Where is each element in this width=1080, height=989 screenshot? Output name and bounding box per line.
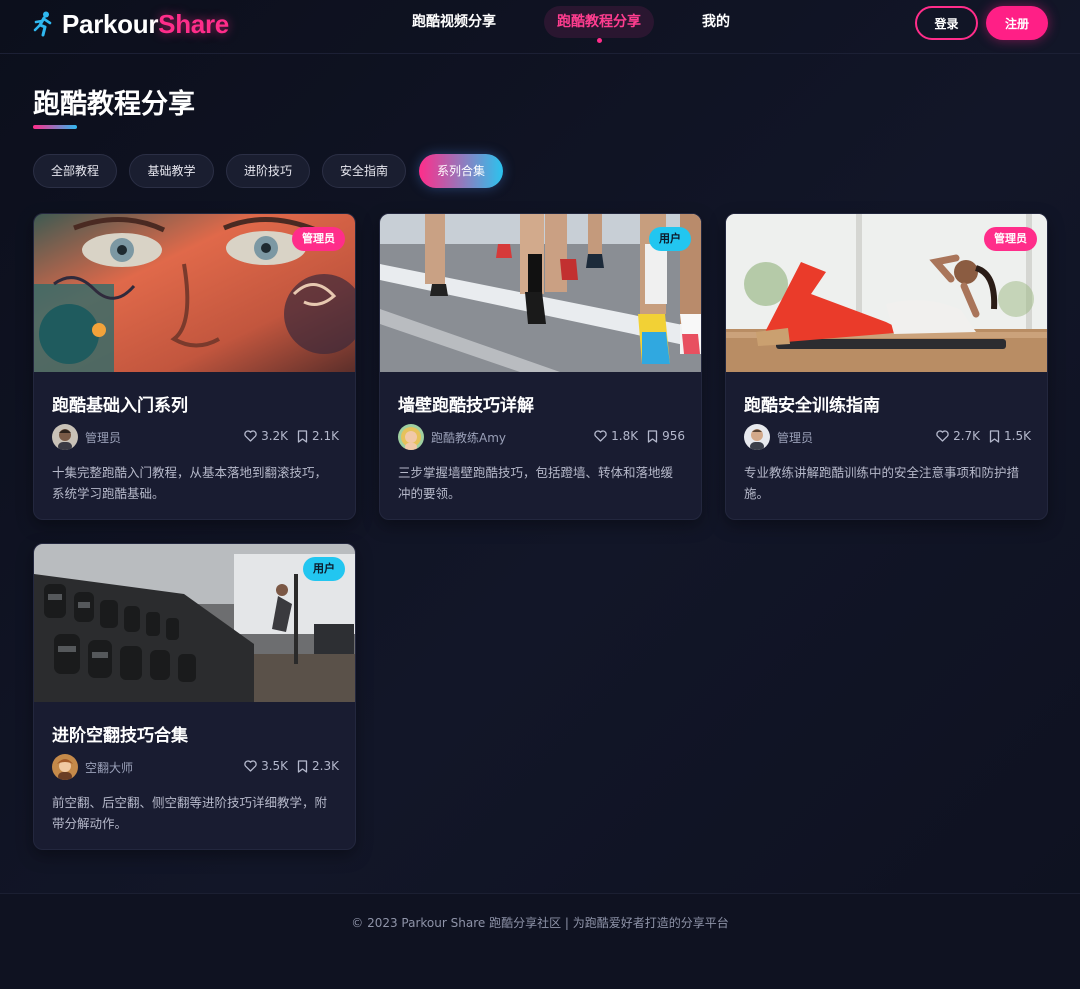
card-thumbnail[interactable]: 管理员 xyxy=(726,214,1047,372)
filter-chip-safety[interactable]: 安全指南 xyxy=(322,154,406,188)
card-description: 十集完整跑酷入门教程，从基本落地到翻滚技巧，系统学习跑酷基础。 xyxy=(52,465,328,501)
save-stat[interactable]: 956 xyxy=(647,429,685,443)
filter-chip-advanced[interactable]: 进阶技巧 xyxy=(226,154,310,188)
like-count: 3.2K xyxy=(261,429,289,443)
avatar[interactable] xyxy=(398,424,424,450)
card-title[interactable]: 墙壁跑酷技巧详解 xyxy=(398,391,534,416)
filter-chip-series[interactable]: 系列合集 xyxy=(419,154,503,188)
login-button[interactable]: 登录 xyxy=(915,6,978,40)
card-thumbnail[interactable]: 用户 xyxy=(34,544,355,702)
card-stats: 1.8K 956 xyxy=(594,429,685,443)
bookmark-icon xyxy=(297,429,308,443)
card-thumbnail[interactable]: 用户 xyxy=(380,214,701,372)
tutorial-card[interactable]: 用户 进阶空翻技巧合集 空翻大师 3.5K 2.3K 前空翻、后空翻、侧空翻等进… xyxy=(33,543,356,850)
card-title[interactable]: 跑酷基础入门系列 xyxy=(52,391,188,416)
heart-icon xyxy=(244,760,257,772)
filter-chip-basic[interactable]: 基础教学 xyxy=(129,154,214,188)
save-count: 956 xyxy=(662,429,685,443)
header: ParkourShare 跑酷视频分享 跑酷教程分享 我的 登录 注册 xyxy=(0,0,1080,54)
card-meta: 管理员 3.2K 2.1K xyxy=(52,424,339,450)
like-count: 2.7K xyxy=(953,429,981,443)
card-meta: 跑酷教练Amy 1.8K 956 xyxy=(398,424,685,450)
card-stats: 3.5K 2.3K xyxy=(244,759,339,773)
bookmark-icon xyxy=(989,429,1000,443)
card-description: 前空翻、后空翻、侧空翻等进阶技巧详细教学，附带分解动作。 xyxy=(52,795,328,831)
like-stat[interactable]: 3.2K xyxy=(244,429,288,443)
nav-item-video-share[interactable]: 跑酷视频分享 xyxy=(412,6,496,38)
nav-item-tutorial-share[interactable]: 跑酷教程分享 xyxy=(544,6,654,43)
author-name[interactable]: 空翻大师 xyxy=(85,759,133,776)
save-count: 2.1K xyxy=(312,429,339,443)
card-stats: 2.7K 1.5K xyxy=(936,429,1031,443)
save-count: 1.5K xyxy=(1004,429,1031,443)
role-badge: 用户 xyxy=(303,557,345,581)
author-name[interactable]: 管理员 xyxy=(777,429,813,446)
heart-icon xyxy=(594,430,607,442)
title-underline xyxy=(33,125,77,129)
footer: © 2023 Parkour Share 跑酷分享社区 | 为跑酷爱好者打造的分… xyxy=(0,893,1080,989)
like-count: 3.5K xyxy=(261,759,289,773)
avatar[interactable] xyxy=(52,424,78,450)
page-title: 跑酷教程分享 xyxy=(33,89,195,120)
save-stat[interactable]: 1.5K xyxy=(989,429,1031,443)
tutorial-card[interactable]: 管理员 跑酷安全训练指南 管理员 2.7K 1.5K 专业教练讲解跑酷训练中的安… xyxy=(725,213,1048,520)
nav-item-mine[interactable]: 我的 xyxy=(702,6,730,38)
heart-icon xyxy=(936,430,949,442)
save-stat[interactable]: 2.3K xyxy=(297,759,339,773)
like-stat[interactable]: 2.7K xyxy=(936,429,980,443)
role-badge: 用户 xyxy=(649,227,691,251)
avatar[interactable] xyxy=(52,754,78,780)
like-stat[interactable]: 3.5K xyxy=(244,759,288,773)
card-thumbnail[interactable]: 管理员 xyxy=(34,214,355,372)
filter-chip-all[interactable]: 全部教程 xyxy=(33,154,117,188)
card-description: 三步掌握墙壁跑酷技巧，包括蹬墙、转体和落地缓冲的要领。 xyxy=(398,465,674,501)
register-button[interactable]: 注册 xyxy=(986,6,1048,40)
card-meta: 空翻大师 3.5K 2.3K xyxy=(52,754,339,780)
card-stats: 3.2K 2.1K xyxy=(244,429,339,443)
tutorial-card[interactable]: 管理员 跑酷基础入门系列 管理员 3.2K 2.1K 十集完整跑酷入门教程，从基… xyxy=(33,213,356,520)
bookmark-icon xyxy=(297,759,308,773)
author-name[interactable]: 跑酷教练Amy xyxy=(431,429,506,446)
save-count: 2.3K xyxy=(312,759,339,773)
avatar[interactable] xyxy=(744,424,770,450)
save-stat[interactable]: 2.1K xyxy=(297,429,339,443)
card-meta: 管理员 2.7K 1.5K xyxy=(744,424,1031,450)
role-badge: 管理员 xyxy=(292,227,345,251)
like-count: 1.8K xyxy=(611,429,639,443)
role-badge: 管理员 xyxy=(984,227,1037,251)
bookmark-icon xyxy=(647,429,658,443)
footer-copyright: © 2023 Parkour Share 跑酷分享社区 | 为跑酷爱好者打造的分… xyxy=(351,916,729,930)
like-stat[interactable]: 1.8K xyxy=(594,429,638,443)
card-title[interactable]: 进阶空翻技巧合集 xyxy=(52,721,188,746)
card-title[interactable]: 跑酷安全训练指南 xyxy=(744,391,880,416)
card-description: 专业教练讲解跑酷训练中的安全注意事项和防护措施。 xyxy=(744,465,1020,501)
heart-icon xyxy=(244,430,257,442)
author-name[interactable]: 管理员 xyxy=(85,429,121,446)
tutorial-card[interactable]: 用户 墙壁跑酷技巧详解 跑酷教练Amy 1.8K 956 三步掌握墙壁跑酷技巧，… xyxy=(379,213,702,520)
